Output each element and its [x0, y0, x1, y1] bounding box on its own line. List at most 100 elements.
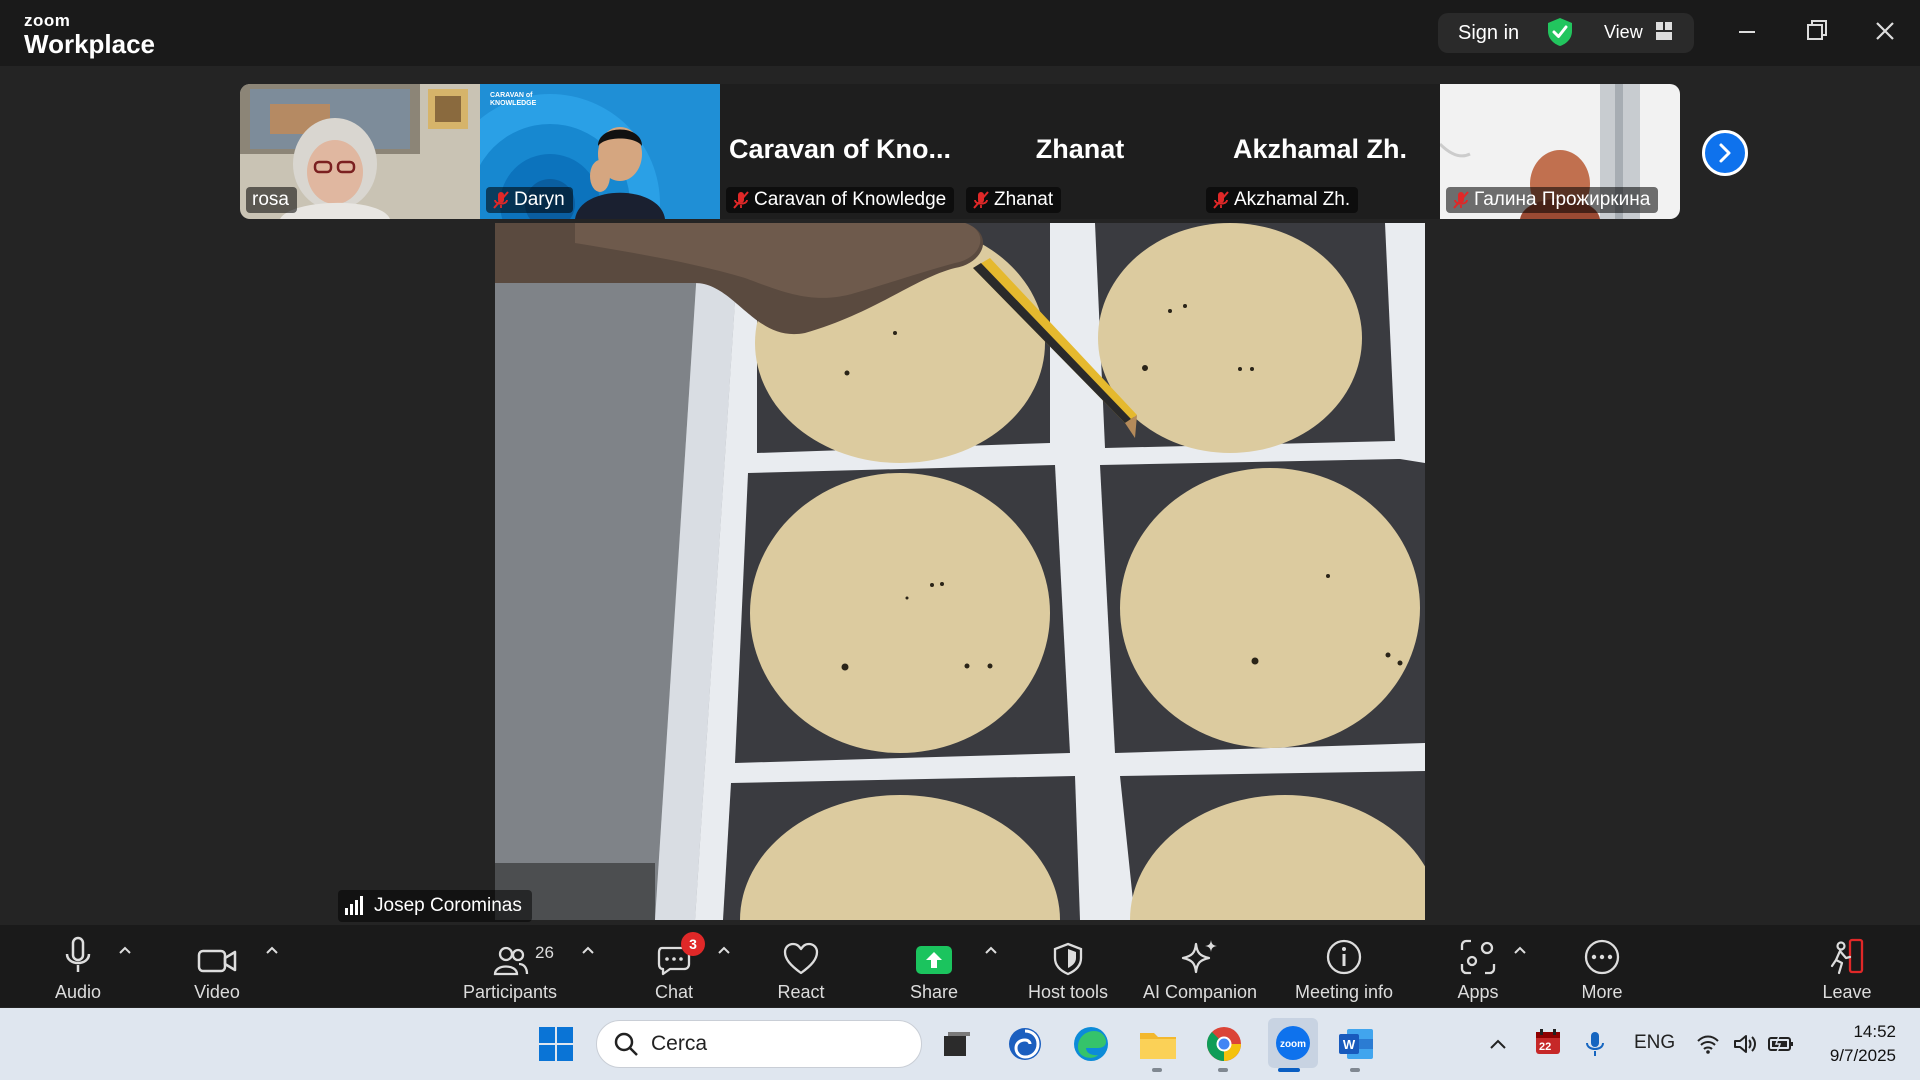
muted-mic-icon — [493, 191, 509, 209]
share-label: Share — [909, 982, 959, 1002]
participant-name: Галина Прожиркина — [1474, 189, 1651, 210]
svg-text:W: W — [1343, 1037, 1356, 1052]
audio-options-chevron-icon[interactable] — [117, 944, 133, 956]
participants-options-chevron-icon[interactable] — [580, 944, 596, 956]
muted-mic-icon — [1453, 191, 1469, 209]
zoom-active-indicator — [1278, 1068, 1300, 1072]
leave-button[interactable]: Leave — [1817, 934, 1877, 1003]
meeting-info-button[interactable]: Meeting info — [1286, 934, 1402, 1003]
participant-tile-caravan[interactable]: Caravan of Kno... Caravan of Knowledge — [720, 84, 960, 219]
minimize-icon[interactable] — [1737, 18, 1757, 53]
participant-tile-galina[interactable]: Галина Прожиркина — [1440, 84, 1680, 219]
more-dots-icon — [1584, 939, 1620, 975]
ai-companion-label: AI Companion — [1142, 982, 1258, 1002]
more-button[interactable]: More — [1572, 934, 1632, 1003]
close-icon[interactable] — [1874, 18, 1896, 53]
meeting-info-label: Meeting info — [1294, 982, 1394, 1002]
share-options-chevron-icon[interactable] — [983, 944, 999, 956]
logo-large-text: Workplace — [24, 29, 156, 59]
video-label: Video — [194, 982, 240, 1002]
participant-name-label: Daryn — [486, 187, 573, 213]
info-icon — [1326, 939, 1362, 975]
security-shield-icon[interactable] — [1546, 16, 1574, 53]
participant-name: Daryn — [514, 189, 565, 210]
logo-small-text: zoom — [24, 11, 71, 30]
apps-icon — [1460, 939, 1496, 975]
next-page-button[interactable] — [1702, 130, 1748, 176]
apps-button[interactable]: Apps — [1448, 934, 1508, 1003]
volume-icon[interactable] — [1732, 1032, 1758, 1056]
language-indicator[interactable]: ENG — [1634, 1032, 1675, 1054]
participant-display-name: Caravan of Kno... — [728, 134, 952, 164]
video-button[interactable]: Video — [187, 934, 247, 1003]
participant-name-label: Zhanat — [966, 187, 1062, 213]
participants-gallery-strip: rosa CARAVAN of KNOWLEDGE Daryn Caravan … — [240, 84, 1680, 219]
muted-mic-icon — [973, 191, 989, 209]
video-options-chevron-icon[interactable] — [264, 944, 280, 956]
microphone-tray-icon[interactable] — [1584, 1030, 1606, 1058]
share-screen-icon — [916, 946, 952, 974]
muted-mic-icon — [1213, 191, 1229, 209]
speaker-name-label: Josep Corominas — [338, 890, 532, 922]
participants-label: Participants — [462, 982, 558, 1002]
chat-options-chevron-icon[interactable] — [716, 944, 732, 956]
calendar-date-badge: 22 — [1539, 1041, 1552, 1053]
participant-name-label: Галина Прожиркина — [1446, 187, 1659, 213]
word-icon[interactable]: W — [1334, 1022, 1378, 1066]
participants-icon — [493, 946, 529, 976]
task-view-icon[interactable] — [934, 1022, 978, 1066]
chat-unread-badge: 3 — [681, 932, 705, 956]
gallery-grid-icon[interactable] — [1656, 22, 1672, 45]
participant-name: Akzhamal Zh. — [1234, 189, 1351, 210]
clock-time: 14:52 — [1853, 1022, 1896, 1041]
caravan-logo-text: CARAVAN of KNOWLEDGE — [490, 92, 537, 107]
wifi-icon[interactable] — [1696, 1033, 1720, 1055]
ai-companion-button[interactable]: AI Companion — [1138, 934, 1262, 1003]
taskbar-clock[interactable]: 14:52 9/7/2025 — [1806, 1020, 1896, 1068]
show-hidden-icons-chevron-icon[interactable] — [1488, 1036, 1508, 1052]
windows-start-icon[interactable] — [534, 1022, 578, 1066]
participant-name-label: Caravan of Knowledge — [726, 187, 955, 213]
host-tools-label: Host tools — [1027, 982, 1109, 1002]
participant-name: rosa — [252, 189, 289, 210]
chrome-icon[interactable] — [1202, 1022, 1246, 1066]
signal-strength-icon — [345, 896, 363, 915]
participant-tile-zhanat[interactable]: Zhanat Zhanat — [960, 84, 1200, 219]
microphone-icon — [65, 936, 91, 972]
host-tools-button[interactable]: Host tools — [1023, 934, 1113, 1003]
participant-name-label: Akzhamal Zh. — [1206, 187, 1359, 213]
apps-label: Apps — [1457, 982, 1499, 1002]
participant-tile-daryn[interactable]: CARAVAN of KNOWLEDGE Daryn — [480, 84, 720, 219]
clock-date: 9/7/2025 — [1829, 1046, 1896, 1065]
search-placeholder: Cerca — [651, 1032, 708, 1055]
battery-icon[interactable] — [1767, 1034, 1795, 1054]
share-button[interactable]: Share — [904, 934, 964, 1003]
zoom-taskbar-icon[interactable]: zoom — [1268, 1018, 1318, 1068]
sunspot-sheets-image — [495, 223, 1425, 920]
participant-display-name: Akzhamal Zh. — [1232, 134, 1408, 164]
audio-button[interactable]: Audio — [48, 934, 108, 1003]
active-speaker-video — [495, 223, 1425, 920]
search-icon — [614, 1032, 638, 1056]
taskbar-search-box[interactable]: Cerca — [596, 1020, 922, 1068]
calendar-app-icon[interactable]: 22 — [1533, 1028, 1563, 1058]
leave-label: Leave — [1822, 982, 1872, 1002]
word-running-indicator — [1350, 1068, 1360, 1072]
apps-options-chevron-icon[interactable] — [1512, 944, 1528, 956]
zoom-logo: zoom Workplace — [24, 12, 155, 57]
participant-tile-akzhamal[interactable]: Akzhamal Zh. Akzhamal Zh. — [1200, 84, 1440, 219]
file-explorer-icon[interactable] — [1136, 1022, 1180, 1066]
participant-tile-rosa[interactable]: rosa — [240, 84, 480, 219]
sign-in-button[interactable]: Sign in — [1458, 22, 1519, 45]
heart-icon — [783, 942, 819, 975]
restore-icon[interactable] — [1806, 18, 1828, 53]
browser-shield-icon[interactable] — [1003, 1022, 1047, 1066]
edge-browser-icon[interactable] — [1069, 1022, 1113, 1066]
view-button[interactable]: View — [1604, 22, 1643, 43]
svg-text:zoom: zoom — [1280, 1039, 1306, 1050]
chat-label: Chat — [654, 982, 694, 1002]
react-label: React — [777, 982, 825, 1002]
participant-name: Caravan of Knowledge — [754, 189, 947, 210]
react-button[interactable]: React — [771, 934, 831, 1003]
more-label: More — [1581, 982, 1623, 1002]
